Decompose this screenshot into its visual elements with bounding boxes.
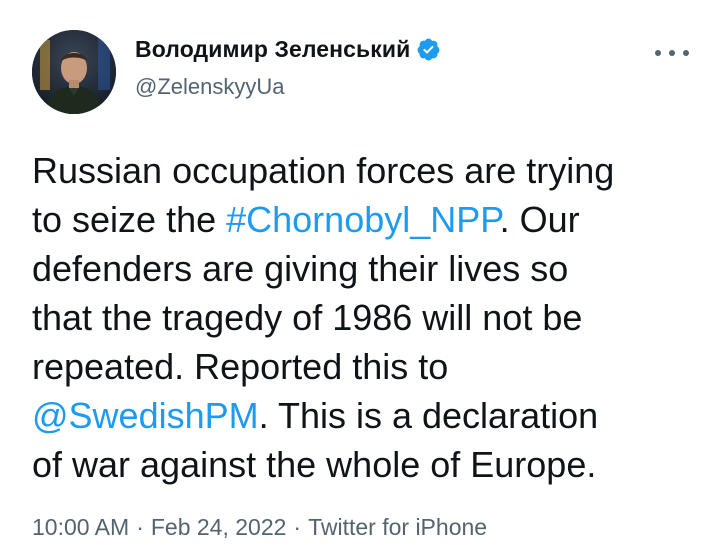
author-avatar[interactable]: [32, 30, 116, 114]
profile-photo: [32, 30, 116, 114]
author-handle[interactable]: @ZelenskyyUa: [135, 74, 285, 100]
mention-link[interactable]: @SwedishPM: [32, 395, 259, 436]
tweet-text-line: of war against the whole of Europe.: [32, 440, 702, 489]
more-horizontal-icon: [655, 50, 661, 56]
verified-badge-icon: [417, 38, 440, 61]
tweet-text-line: @SwedishPM. This is a declaration: [32, 391, 702, 440]
more-options-button[interactable]: [655, 46, 689, 60]
tweet-text-segment: . This is a declaration: [258, 395, 599, 436]
tweet-metadata: 10:00 AM · Feb 24, 2022 · Twitter for iPhone: [32, 514, 487, 541]
tweet-source[interactable]: Twitter for iPhone: [308, 514, 487, 540]
tweet-time[interactable]: 10:00 AM: [32, 514, 129, 540]
meta-separator: ·: [293, 514, 302, 540]
hashtag-link[interactable]: #Chornobyl_NPP: [226, 199, 500, 240]
tweet-text-line: that the tragedy of 1986 will not be: [32, 293, 702, 342]
tweet-text: Russian occupation forces are trying to s…: [32, 146, 702, 489]
tweet-text-line: to seize the #Chornobyl_NPP. Our: [32, 195, 702, 244]
tweet-text-segment: to seize the: [32, 199, 227, 240]
tweet-card: Володимир Зеленський @ZelenskyyUa Russia…: [0, 0, 720, 560]
tweet-text-segment: Russian occupation forces are trying: [32, 150, 615, 191]
tweet-text-segment: that the tragedy of 1986 will not be: [32, 297, 583, 338]
author-name-row[interactable]: Володимир Зеленський: [135, 36, 441, 63]
tweet-text-line: Russian occupation forces are trying: [32, 146, 702, 195]
meta-separator: ·: [136, 514, 144, 540]
tweet-text-line: defenders are giving their lives so: [32, 244, 702, 293]
tweet-date[interactable]: Feb 24, 2022: [151, 514, 287, 540]
author-display-name[interactable]: Володимир Зеленський: [135, 36, 410, 63]
tweet-text-segment: . Our: [499, 199, 580, 240]
more-horizontal-icon: [683, 50, 689, 56]
tweet-text-line: repeated. Reported this to: [32, 342, 702, 391]
tweet-text-segment: repeated. Reported this to: [32, 346, 449, 387]
tweet-text-segment: defenders are giving their lives so: [32, 248, 569, 289]
more-horizontal-icon: [669, 50, 675, 56]
tweet-text-segment: of war against the whole of Europe.: [32, 444, 597, 485]
